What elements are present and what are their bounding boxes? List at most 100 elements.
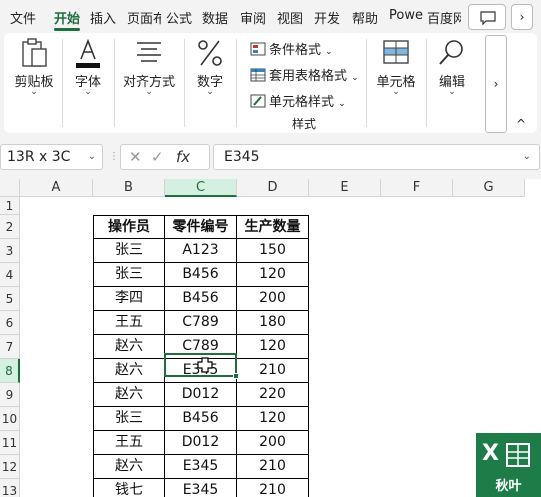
sheet-icon bbox=[506, 443, 530, 467]
chevron-down-icon: ⌄ bbox=[338, 99, 346, 109]
chevron-down-icon: ⌄ bbox=[84, 87, 92, 97]
table-cell[interactable]: 张三 bbox=[93, 407, 165, 431]
table-cell[interactable]: 210 bbox=[237, 359, 309, 383]
tab-file[interactable]: 文件 bbox=[10, 8, 40, 26]
table-cell[interactable]: B456 bbox=[165, 287, 237, 311]
insert-function-icon[interactable]: fx bbox=[176, 148, 190, 166]
fill-handle[interactable] bbox=[233, 373, 239, 379]
comments-button[interactable] bbox=[468, 4, 506, 30]
tab-formulas[interactable]: 公式 bbox=[166, 8, 196, 26]
table-header-cell[interactable]: 生产数量 bbox=[237, 215, 309, 239]
row-header-6[interactable]: 6 bbox=[0, 311, 20, 335]
table-cell[interactable]: 李四 bbox=[93, 287, 165, 311]
clipboard-button[interactable]: 剪贴板 ⌄ bbox=[8, 35, 60, 107]
name-box[interactable]: 13R x 3C ⌄ bbox=[0, 144, 103, 170]
table-cell[interactable]: 210 bbox=[237, 455, 309, 479]
column-header-d[interactable]: D bbox=[237, 179, 309, 197]
chevron-down-icon: ⌄ bbox=[30, 87, 38, 97]
table-cell[interactable]: 钱七 bbox=[93, 479, 165, 497]
table-cell[interactable]: 200 bbox=[237, 431, 309, 455]
column-header-f[interactable]: F bbox=[381, 179, 453, 197]
table-cell[interactable]: 120 bbox=[237, 263, 309, 287]
table-cell[interactable]: B456 bbox=[165, 407, 237, 431]
confirm-icon[interactable]: ✓ bbox=[151, 148, 164, 166]
table-cell[interactable]: 赵六 bbox=[93, 359, 165, 383]
chevron-down-icon[interactable]: ⌄ bbox=[88, 145, 96, 169]
column-header-a[interactable]: A bbox=[20, 179, 93, 197]
conditional-format-button[interactable]: 条件格式 ⌄ bbox=[250, 39, 333, 59]
table-cell[interactable]: 张三 bbox=[93, 239, 165, 263]
table-cell[interactable]: 120 bbox=[237, 407, 309, 431]
row-header-5[interactable]: 5 bbox=[0, 287, 20, 311]
table-cell[interactable]: 120 bbox=[237, 335, 309, 359]
column-header-g[interactable]: G bbox=[453, 179, 525, 197]
table-cell[interactable]: 张三 bbox=[93, 263, 165, 287]
chevron-down-icon[interactable]: ⌄ bbox=[523, 145, 531, 169]
tab-data[interactable]: 数据 bbox=[202, 8, 232, 26]
table-header-cell[interactable]: 操作员 bbox=[93, 215, 165, 239]
row-header-8[interactable]: 8 bbox=[0, 359, 20, 383]
formula-input[interactable]: E345 ⌄ bbox=[213, 144, 540, 170]
table-cell[interactable]: E345 bbox=[165, 455, 237, 479]
table-cell[interactable]: 赵六 bbox=[93, 335, 165, 359]
row-header-4[interactable]: 4 bbox=[0, 263, 20, 287]
table-cell[interactable]: 200 bbox=[237, 287, 309, 311]
font-button[interactable]: 字体 ⌄ bbox=[66, 35, 110, 107]
collapse-ribbon-button[interactable]: ^ bbox=[516, 117, 526, 131]
tab-page-layout[interactable]: 页面布 bbox=[127, 8, 161, 26]
select-all-corner[interactable] bbox=[0, 179, 20, 197]
row-header-13[interactable]: 13 bbox=[0, 479, 20, 497]
format-as-table-button[interactable]: 套用表格格式 ⌄ bbox=[250, 65, 359, 85]
tab-power[interactable]: Powe bbox=[389, 8, 423, 26]
row-header-2[interactable]: 2 bbox=[0, 215, 20, 239]
divider bbox=[114, 39, 115, 127]
table-cell[interactable]: 210 bbox=[237, 479, 309, 497]
spreadsheet-grid[interactable]: ABCDEFG 1 2 3 4 5 6 7 8 9 10 11 12 13 操作员 零件编号 生产数量 张三 A… bbox=[0, 179, 541, 497]
table-cell[interactable]: 180 bbox=[237, 311, 309, 335]
table-cell[interactable]: 王五 bbox=[93, 311, 165, 335]
table-cell[interactable]: C789 bbox=[165, 311, 237, 335]
column-header-e[interactable]: E bbox=[309, 179, 381, 197]
row-header-12[interactable]: 12 bbox=[0, 455, 20, 479]
clipboard-icon bbox=[22, 38, 47, 67]
alignment-button[interactable]: 对齐方式 ⌄ bbox=[118, 35, 180, 107]
table-cell[interactable]: 220 bbox=[237, 383, 309, 407]
table-cell[interactable]: 赵六 bbox=[93, 455, 165, 479]
number-button[interactable]: 数字 ⌄ bbox=[188, 35, 232, 107]
table-cell[interactable]: E345 bbox=[165, 479, 237, 497]
cells-button[interactable]: 单元格 ⌄ bbox=[370, 35, 422, 107]
table-cell[interactable]: B456 bbox=[165, 263, 237, 287]
row-header-11[interactable]: 11 bbox=[0, 431, 20, 455]
tab-help[interactable]: 帮助 bbox=[352, 8, 382, 26]
splitter-handle[interactable]: ⋮ bbox=[109, 151, 119, 162]
tab-baidu[interactable]: 百度网 bbox=[427, 8, 461, 26]
row-header-10[interactable]: 10 bbox=[0, 407, 20, 431]
divider bbox=[184, 39, 185, 127]
editing-button[interactable]: 编辑 ⌄ bbox=[430, 35, 474, 107]
column-header-b[interactable]: B bbox=[93, 179, 165, 197]
row-header-1[interactable]: 1 bbox=[0, 197, 20, 215]
cell-styles-button[interactable]: 单元格样式 ⌄ bbox=[250, 91, 346, 111]
table-header-cell[interactable]: 零件编号 bbox=[165, 215, 237, 239]
tab-review[interactable]: 审阅 bbox=[240, 8, 270, 26]
table-cell[interactable]: A123 bbox=[165, 239, 237, 263]
ribbon-scroll-button[interactable]: › bbox=[485, 35, 507, 133]
row-header-3[interactable]: 3 bbox=[0, 239, 20, 263]
tab-view[interactable]: 视图 bbox=[277, 8, 307, 26]
chevron-down-icon: ⌄ bbox=[351, 73, 359, 83]
table-cell[interactable]: 王五 bbox=[93, 431, 165, 455]
tabs-scroll-button[interactable]: › bbox=[511, 4, 533, 30]
row-header-7[interactable]: 7 bbox=[0, 335, 20, 359]
row-header-9[interactable]: 9 bbox=[0, 383, 20, 407]
table-cell[interactable]: D012 bbox=[165, 383, 237, 407]
cancel-icon[interactable]: ✕ bbox=[129, 148, 142, 166]
conditional-format-label: 条件格式 bbox=[269, 43, 322, 58]
tab-insert[interactable]: 插入 bbox=[90, 8, 120, 26]
table-cell[interactable]: 赵六 bbox=[93, 383, 165, 407]
watermark-text: 秋叶 bbox=[495, 479, 522, 494]
tab-home[interactable]: 开始 bbox=[54, 8, 84, 26]
tab-developer[interactable]: 开发 bbox=[314, 8, 344, 26]
table-cell[interactable]: 150 bbox=[237, 239, 309, 263]
column-header-c[interactable]: C bbox=[165, 179, 237, 197]
table-cell[interactable]: D012 bbox=[165, 431, 237, 455]
